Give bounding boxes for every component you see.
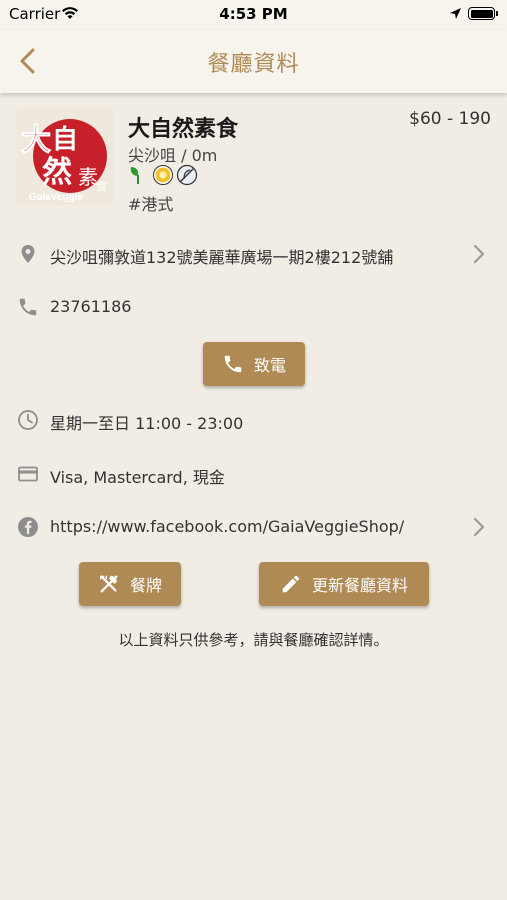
update-info-label: 更新餐廳資料 — [311, 576, 408, 595]
phone-row: 23761186 — [0, 289, 507, 325]
logo-text: GaiaVeggie — [29, 192, 83, 203]
call-button[interactable]: 致電 — [203, 342, 305, 386]
payment-methods: Visa, Mastercard, 現金 — [50, 468, 225, 487]
battery-icon — [468, 7, 498, 20]
facebook-row[interactable]: https://www.facebook.com/GaiaVeggieShop/ — [0, 509, 507, 545]
svg-text:大: 大 — [21, 123, 51, 158]
location-pin-icon — [21, 245, 35, 263]
utensils-icon — [100, 575, 118, 593]
phone-icon — [224, 355, 242, 373]
update-info-button[interactable]: 更新餐廳資料 — [259, 562, 429, 606]
diet-icons — [128, 164, 198, 188]
location-arrow-icon — [450, 8, 461, 19]
svg-text:然: 然 — [42, 155, 72, 190]
address-text: 尖沙咀彌敦道132號美麗華廣場一期2樓212號舖 — [50, 248, 394, 267]
chevron-right-icon — [473, 517, 485, 537]
restaurant-name: 大自然素食 — [128, 117, 239, 142]
disclaimer-text: 以上資料只供參考，請與餐廳確認詳情。 — [118, 631, 389, 649]
svg-text:素: 素 — [78, 165, 98, 189]
status-bar: Carrier 4:53 PM — [0, 0, 507, 30]
clock-icon — [18, 410, 38, 430]
facebook-icon — [18, 517, 38, 537]
page-title: 餐廳資料 — [207, 52, 300, 77]
menu-button-label: 餐牌 — [129, 576, 162, 595]
phone-number: 23761186 — [50, 297, 132, 316]
address-row[interactable]: 尖沙咀彌敦道132號美麗華廣場一期2樓212號舖 — [0, 236, 507, 272]
credit-card-icon — [18, 466, 38, 482]
vegan-leaf-icon — [128, 164, 150, 186]
phone-icon — [19, 298, 37, 316]
svg-text:食: 食 — [96, 179, 107, 193]
nav-bar: 餐廳資料 — [0, 30, 507, 93]
hours-row: 星期一至日 11:00 - 23:00 — [0, 402, 507, 438]
egg-icon — [152, 164, 174, 186]
price-range: $60 - 190 — [409, 109, 491, 129]
svg-text:自: 自 — [52, 124, 78, 155]
menu-button[interactable]: 餐牌 — [79, 562, 181, 606]
opening-hours: 星期一至日 11:00 - 23:00 — [50, 414, 244, 433]
payment-row: Visa, Mastercard, 現金 — [0, 456, 507, 492]
facebook-url: https://www.facebook.com/GaiaVeggieShop/ — [50, 517, 405, 536]
pencil-icon — [282, 575, 300, 593]
cuisine-tag: #港式 — [128, 195, 174, 214]
district-distance: 尖沙咀 / 0m — [128, 146, 218, 165]
no-onion-garlic-icon — [176, 164, 198, 186]
restaurant-logo: 大 自 然 素 食 GaiaVeggie — [16, 108, 113, 205]
chevron-right-icon — [473, 244, 485, 264]
clock-time: 4:53 PM — [219, 5, 288, 23]
call-button-label: 致電 — [253, 356, 286, 375]
